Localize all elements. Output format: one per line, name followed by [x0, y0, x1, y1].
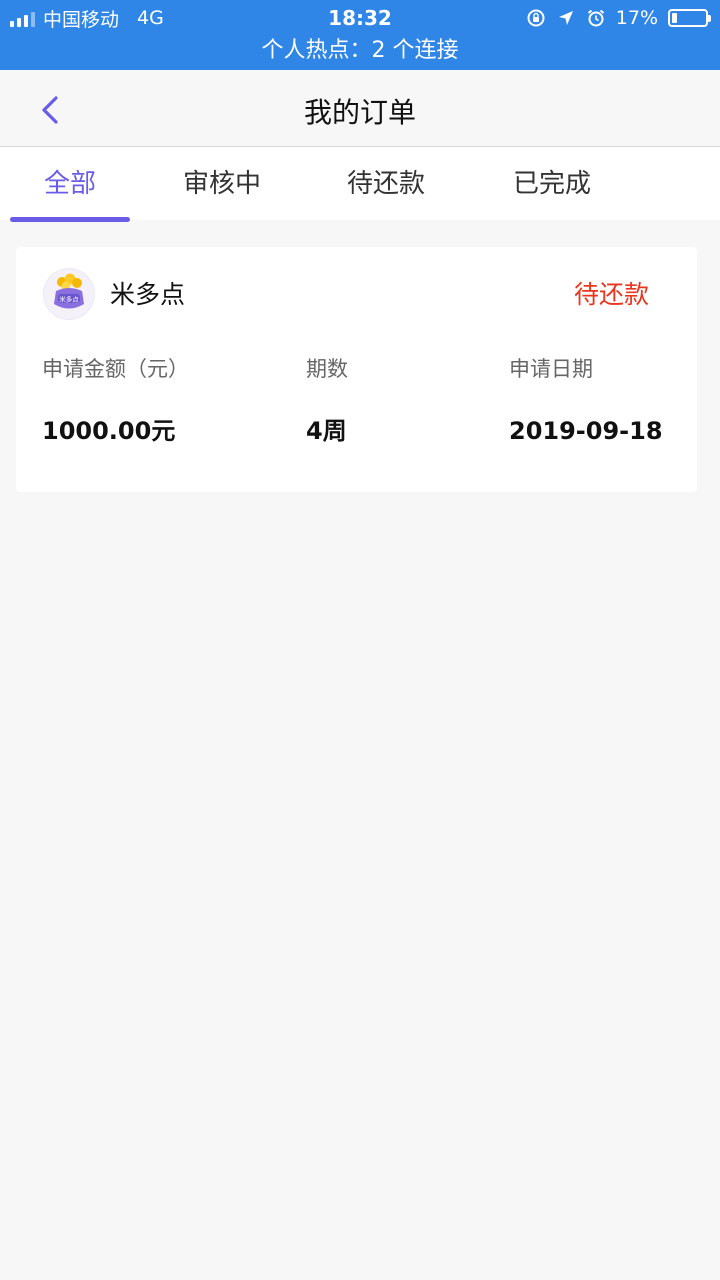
- term-value: 4周: [306, 417, 347, 445]
- status-bar-right: 17%: [526, 6, 711, 30]
- lender-name: 米多点: [110, 280, 186, 309]
- battery-percent: 17%: [615, 7, 658, 29]
- date-value: 2019-09-18: [509, 417, 663, 445]
- tab-under-review[interactable]: 审核中: [162, 147, 282, 220]
- amount-value: 1000.00元: [42, 417, 176, 445]
- money-bag-icon: 米多点: [54, 273, 84, 309]
- hotspot-banner[interactable]: 个人热点：2 个连接: [0, 36, 720, 66]
- battery-level: [672, 13, 678, 23]
- nav-header: 我的订单: [0, 70, 720, 147]
- order-tabs: 全部 审核中 待还款 已完成: [0, 147, 720, 220]
- alarm-clock-icon: [586, 8, 606, 28]
- tab-pending-repayment[interactable]: 待还款: [326, 147, 446, 220]
- order-status: 待还款: [573, 280, 649, 309]
- status-bar: 中国移动 4G 18:32 17% 个人热点：2 个连接: [0, 0, 720, 70]
- chevron-left-icon: [42, 96, 58, 124]
- active-tab-indicator: [10, 217, 130, 222]
- amount-label: 申请金额（元）: [42, 357, 189, 381]
- page-title: 我的订单: [303, 96, 416, 129]
- tab-all[interactable]: 全部: [10, 147, 130, 220]
- location-arrow-icon: [556, 8, 576, 28]
- back-button[interactable]: [30, 90, 70, 130]
- logo-wordmark: 米多点: [59, 295, 79, 304]
- term-label: 期数: [306, 357, 348, 381]
- battery-icon: [668, 9, 711, 27]
- lender-logo: 米多点: [44, 269, 94, 319]
- status-bar-row: 中国移动 4G 18:32 17%: [0, 0, 720, 36]
- order-card[interactable]: 米多点 米多点 待还款 申请金额（元） 期数 申请日期 1000.00元 4周 …: [16, 247, 697, 492]
- tab-completed[interactable]: 已完成: [492, 147, 612, 220]
- date-label: 申请日期: [509, 357, 593, 381]
- rotation-lock-icon: [526, 8, 546, 28]
